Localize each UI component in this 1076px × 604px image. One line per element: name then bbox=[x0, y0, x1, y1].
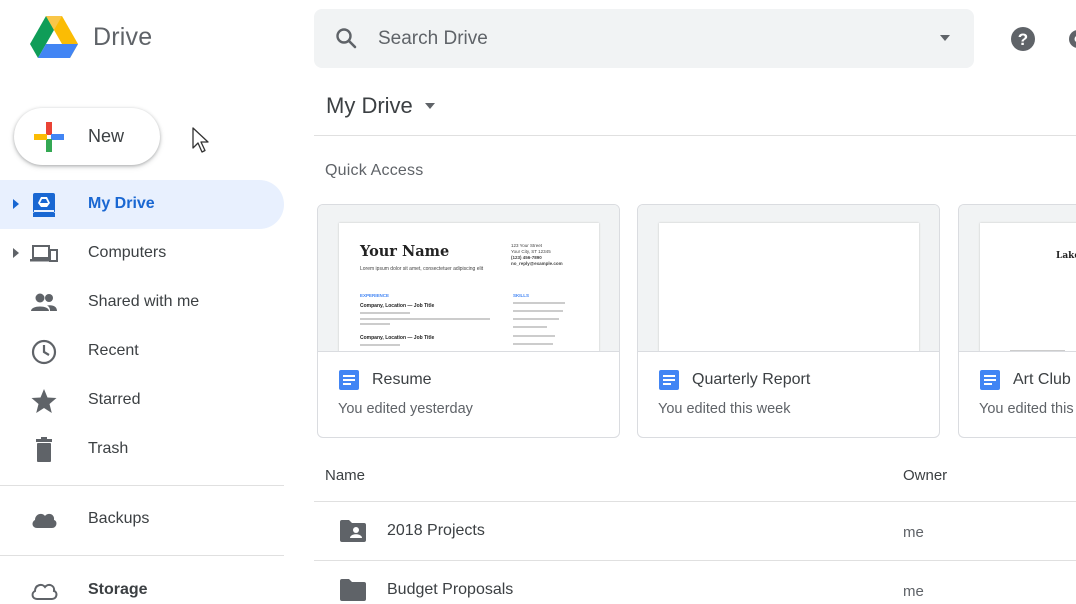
sidebar-divider bbox=[0, 555, 284, 556]
sidebar-item-label: Recent bbox=[88, 342, 139, 359]
quick-access-card-quarterly-report[interactable]: Quarterly Report You edited this week bbox=[637, 204, 940, 438]
card-subtitle: You edited this w bbox=[979, 401, 1076, 417]
expand-caret-icon[interactable] bbox=[10, 247, 22, 259]
help-icon[interactable]: ? bbox=[1009, 25, 1037, 53]
resume-text-line bbox=[513, 310, 563, 312]
sidebar-storage-section: Storage bbox=[0, 566, 284, 604]
docs-icon bbox=[980, 370, 1000, 390]
sidebar-item-trash[interactable]: Trash bbox=[0, 425, 284, 474]
shared-folder-icon bbox=[340, 520, 366, 542]
file-name: Budget Proposals bbox=[387, 581, 514, 598]
resume-text-line bbox=[513, 343, 553, 345]
quick-access-card-art-club[interactable]: Lake Art Club N You edited this w bbox=[958, 204, 1076, 438]
art-preview-heading: Lake bbox=[1056, 251, 1076, 261]
chevron-down-icon bbox=[424, 103, 435, 109]
mouse-pointer-icon bbox=[192, 127, 209, 153]
drive-logo-icon bbox=[30, 16, 78, 58]
table-row[interactable]: 2018 Projects me bbox=[314, 502, 1076, 560]
resume-job-title: Company, Location — Job Title bbox=[360, 335, 435, 341]
resume-text-line bbox=[513, 318, 559, 320]
sidebar-item-label: Trash bbox=[88, 440, 129, 457]
file-owner: me bbox=[903, 524, 924, 541]
card-title: Resume bbox=[372, 371, 432, 388]
resume-tagline: Lorem ipsum dolor sit amet, consectetuer… bbox=[360, 266, 484, 272]
column-header-owner[interactable]: Owner bbox=[903, 467, 947, 484]
app-name: Drive bbox=[93, 22, 153, 51]
card-thumbnail: Lake bbox=[959, 205, 1076, 352]
sidebar-backups-section: Backups bbox=[0, 495, 284, 544]
preview-text-line bbox=[1010, 350, 1065, 351]
resume-text-line bbox=[360, 318, 490, 320]
drive-logo[interactable]: Drive bbox=[30, 16, 152, 58]
sidebar-item-label: My Drive bbox=[88, 195, 155, 212]
cloud-outline-icon bbox=[31, 583, 58, 600]
folder-icon bbox=[340, 579, 366, 601]
resume-skills-heading: SKILLS bbox=[513, 293, 530, 298]
card-thumbnail: Your Name Lorem ipsum dolor sit amet, co… bbox=[318, 205, 619, 352]
resume-text-line bbox=[513, 335, 555, 337]
quick-access-card-resume[interactable]: Your Name Lorem ipsum dolor sit amet, co… bbox=[317, 204, 620, 438]
sidebar-item-label: Shared with me bbox=[88, 293, 200, 310]
trash-icon bbox=[36, 437, 52, 462]
card-title: Art Club N bbox=[1013, 371, 1076, 388]
sidebar-item-backups[interactable]: Backups bbox=[0, 495, 284, 544]
resume-text-line bbox=[513, 326, 547, 328]
resume-text-line bbox=[360, 344, 400, 346]
card-thumbnail bbox=[638, 205, 939, 352]
sidebar-item-storage[interactable]: Storage bbox=[0, 566, 284, 604]
resume-experience-heading: EXPERIENCE bbox=[360, 293, 390, 298]
document-preview: Lake bbox=[980, 223, 1076, 351]
search-input[interactable] bbox=[378, 19, 898, 59]
table-row[interactable]: Budget Proposals me bbox=[314, 561, 1076, 604]
card-subtitle: You edited yesterday bbox=[338, 401, 473, 417]
plus-icon bbox=[34, 121, 64, 152]
quick-access-label: Quick Access bbox=[325, 162, 424, 179]
sidebar-item-my-drive[interactable]: My Drive bbox=[0, 180, 284, 229]
sidebar-item-shared-with-me[interactable]: Shared with me bbox=[0, 278, 284, 327]
resume-contact-line: no_reply@example.com bbox=[511, 261, 563, 266]
sidebar-nav: My Drive Computers Shared with me Recent… bbox=[0, 180, 284, 474]
resume-text-line bbox=[360, 323, 390, 325]
docs-icon bbox=[659, 370, 679, 390]
expand-caret-icon[interactable] bbox=[10, 198, 22, 210]
sidebar-item-label: Storage bbox=[88, 581, 148, 598]
resume-preview: Your Name Lorem ipsum dolor sit amet, co… bbox=[339, 223, 599, 351]
search-options-dropdown-icon[interactable] bbox=[938, 31, 952, 45]
sidebar-item-recent[interactable]: Recent bbox=[0, 327, 284, 376]
card-subtitle: You edited this week bbox=[658, 401, 791, 417]
sidebar-divider bbox=[0, 485, 284, 486]
resume-text-line bbox=[513, 302, 565, 304]
new-button[interactable]: New bbox=[14, 108, 160, 165]
sidebar-item-label: Starred bbox=[88, 391, 141, 408]
shared-icon bbox=[31, 293, 57, 311]
page-title: My Drive bbox=[326, 93, 413, 118]
resume-text-line bbox=[360, 312, 410, 314]
computers-icon bbox=[30, 245, 58, 262]
svg-text:?: ? bbox=[1018, 30, 1028, 49]
search-icon[interactable] bbox=[334, 26, 358, 50]
header-divider bbox=[314, 135, 1076, 136]
document-preview bbox=[659, 223, 919, 351]
settings-gear-icon[interactable] bbox=[1066, 25, 1076, 53]
sidebar-item-label: Computers bbox=[88, 244, 167, 261]
search-bar[interactable] bbox=[314, 9, 974, 68]
file-owner: me bbox=[903, 583, 924, 600]
sidebar-item-computers[interactable]: Computers bbox=[0, 229, 284, 278]
star-icon bbox=[31, 389, 57, 413]
resume-contact: 123 Your Street Your City, ST 12345 (123… bbox=[511, 243, 563, 267]
my-drive-icon bbox=[33, 193, 55, 217]
card-title: Quarterly Report bbox=[692, 371, 811, 388]
sidebar-item-starred[interactable]: Starred bbox=[0, 376, 284, 425]
resume-job-title: Company, Location — Job Title bbox=[360, 303, 435, 309]
file-name: 2018 Projects bbox=[387, 522, 485, 539]
sidebar-item-label: Backups bbox=[88, 510, 150, 527]
cloud-icon bbox=[32, 513, 57, 528]
location-title[interactable]: My Drive bbox=[326, 93, 437, 119]
docs-icon bbox=[339, 370, 359, 390]
column-header-name[interactable]: Name bbox=[325, 467, 365, 484]
resume-name: Your Name bbox=[360, 243, 450, 260]
clock-icon bbox=[31, 339, 57, 365]
new-button-label: New bbox=[88, 126, 125, 146]
